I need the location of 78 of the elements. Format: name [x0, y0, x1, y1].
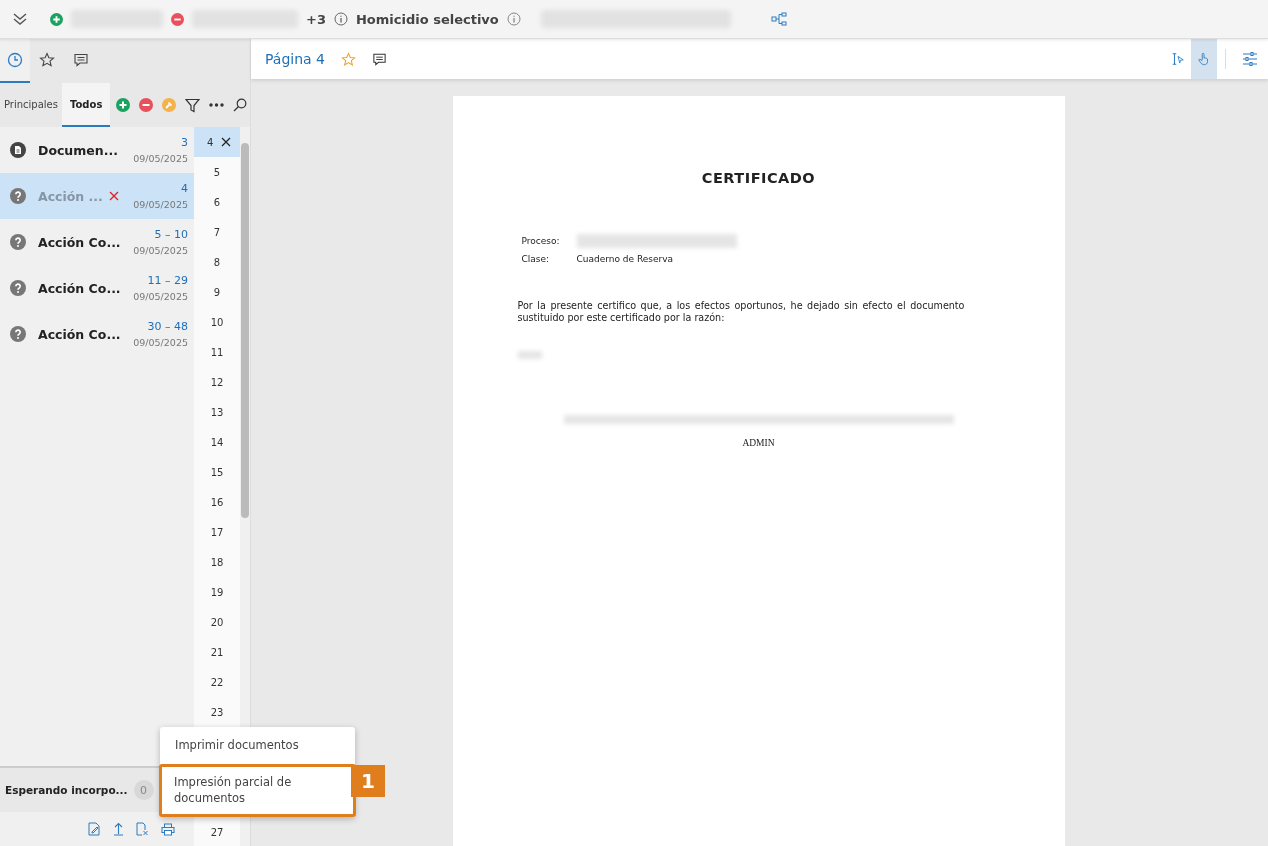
- waiting-label: Esperando incorpo...: [5, 784, 128, 796]
- page-label: 13: [210, 406, 224, 418]
- document-item[interactable]: Acción Co... 30 – 48 09/05/2025: [0, 311, 194, 357]
- page-number[interactable]: 12: [194, 367, 240, 397]
- document-date: 09/05/2025: [133, 337, 188, 348]
- page-label: 8: [213, 256, 221, 268]
- document-title: Documen...: [38, 142, 118, 158]
- page-label: 12: [210, 376, 224, 388]
- document-date: 09/05/2025: [133, 245, 188, 256]
- page-range: 5 – 10: [154, 228, 188, 241]
- document-title: Acción Co...: [38, 326, 121, 342]
- document-date: 09/05/2025: [133, 153, 188, 164]
- page-label: 6: [213, 196, 221, 208]
- filter-tab[interactable]: Todos: [62, 83, 111, 127]
- document-item[interactable]: Acción Co... 5 – 10 09/05/2025: [0, 219, 194, 265]
- count-badge: 0: [133, 780, 154, 800]
- step-badge: 1: [351, 765, 385, 797]
- page-number[interactable]: 6: [194, 187, 240, 217]
- page-range: 11 – 29: [147, 274, 188, 287]
- certificate-text: Por la presente certifico que, a los efectos oportunos, he dejado sin efecto el documento sustituido por este certificado por la razón:: [517, 300, 965, 323]
- page-number[interactable]: 19: [194, 577, 240, 607]
- page-number[interactable]: 16: [194, 487, 240, 517]
- page-label: 18: [210, 556, 224, 568]
- page-label: 15: [210, 466, 224, 478]
- page-number[interactable]: 14: [194, 427, 240, 457]
- page-label: 19: [210, 586, 224, 598]
- page-number[interactable]: 17: [194, 517, 240, 547]
- page-range: 4: [181, 182, 188, 195]
- extra-count[interactable]: +3: [306, 11, 326, 27]
- document-date: 09/05/2025: [133, 291, 188, 302]
- field-label: Proceso:: [521, 236, 561, 246]
- page-label: 7: [213, 226, 221, 238]
- document-item[interactable]: Acción ... 4 09/05/2025: [0, 173, 194, 219]
- document-heading: CERTIFICADO: [701, 170, 816, 186]
- page-number[interactable]: 22: [194, 667, 240, 697]
- page-label: 5: [213, 166, 221, 178]
- menu-item[interactable]: Impresión parcial de documentos: [159, 763, 356, 817]
- page-label: 14: [210, 436, 224, 448]
- page-number[interactable]: 13: [194, 397, 240, 427]
- menu-item[interactable]: Imprimir documentos: [160, 727, 355, 764]
- document-title: Acción ...: [38, 188, 103, 204]
- page-number[interactable]: 18: [194, 547, 240, 577]
- page-number[interactable]: 23: [194, 697, 240, 727]
- document-item[interactable]: Acción Co... 11 – 29 09/05/2025: [0, 265, 194, 311]
- page-number[interactable]: 8: [194, 247, 240, 277]
- page-label: 9: [213, 286, 221, 298]
- page-label: 27: [210, 826, 224, 838]
- page-number[interactable]: 21: [194, 637, 240, 667]
- page-number[interactable]: 11: [194, 337, 240, 367]
- page-label: 11: [210, 346, 224, 358]
- page-number[interactable]: 7: [194, 217, 240, 247]
- page-range: 30 – 48: [147, 320, 188, 333]
- document-title: Acción Co...: [38, 280, 121, 296]
- page-number[interactable]: 27: [194, 817, 240, 846]
- document-item[interactable]: Documen... 3 09/05/2025: [0, 127, 194, 173]
- page-number[interactable]: 4: [194, 127, 240, 157]
- page-label: 10: [210, 316, 224, 328]
- page-number[interactable]: 5: [194, 157, 240, 187]
- document-date: 09/05/2025: [133, 199, 188, 210]
- page-label: 22: [210, 676, 224, 688]
- document-title: Acción Co...: [38, 234, 121, 250]
- filter-tab[interactable]: Principales: [0, 83, 62, 127]
- page-label: 23: [210, 706, 224, 718]
- page-label: 20: [210, 616, 224, 628]
- page-number[interactable]: 15: [194, 457, 240, 487]
- page-number[interactable]: 20: [194, 607, 240, 637]
- field-value: Cuaderno de Reserva: [576, 254, 675, 264]
- field-label: Clase:: [521, 254, 551, 264]
- page-label: 17: [210, 526, 224, 538]
- page-label: 16: [210, 496, 224, 508]
- page-range: 3: [181, 136, 188, 149]
- page-label: 4: [207, 136, 214, 148]
- signature: ADMIN: [742, 438, 775, 448]
- page-number[interactable]: 9: [194, 277, 240, 307]
- page-number[interactable]: 10: [194, 307, 240, 337]
- page-title: Página 4: [265, 51, 325, 67]
- case-type: Homicidio selectivo: [355, 11, 499, 27]
- page-label: 21: [210, 646, 224, 658]
